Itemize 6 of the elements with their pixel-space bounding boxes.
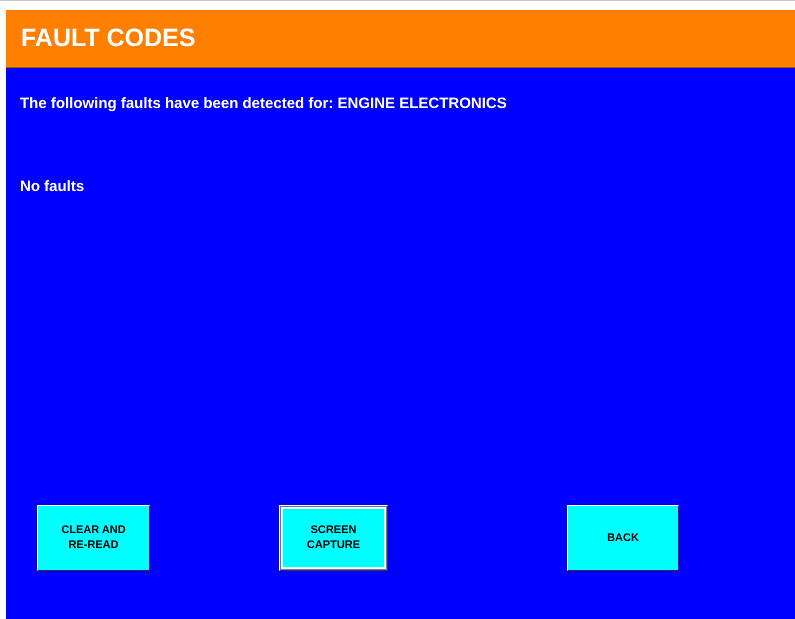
action-button[interactable]: BACK <box>567 505 679 571</box>
action-button[interactable]: SCREEN CAPTURE <box>279 505 388 571</box>
action-button[interactable]: CLEAR AND RE-READ <box>37 505 150 571</box>
result-text: No faults <box>20 178 84 195</box>
screen-title: FAULT CODES <box>21 24 196 53</box>
status-message: The following faults have been detected for: ENGINE ELECTRONICS <box>20 95 507 112</box>
